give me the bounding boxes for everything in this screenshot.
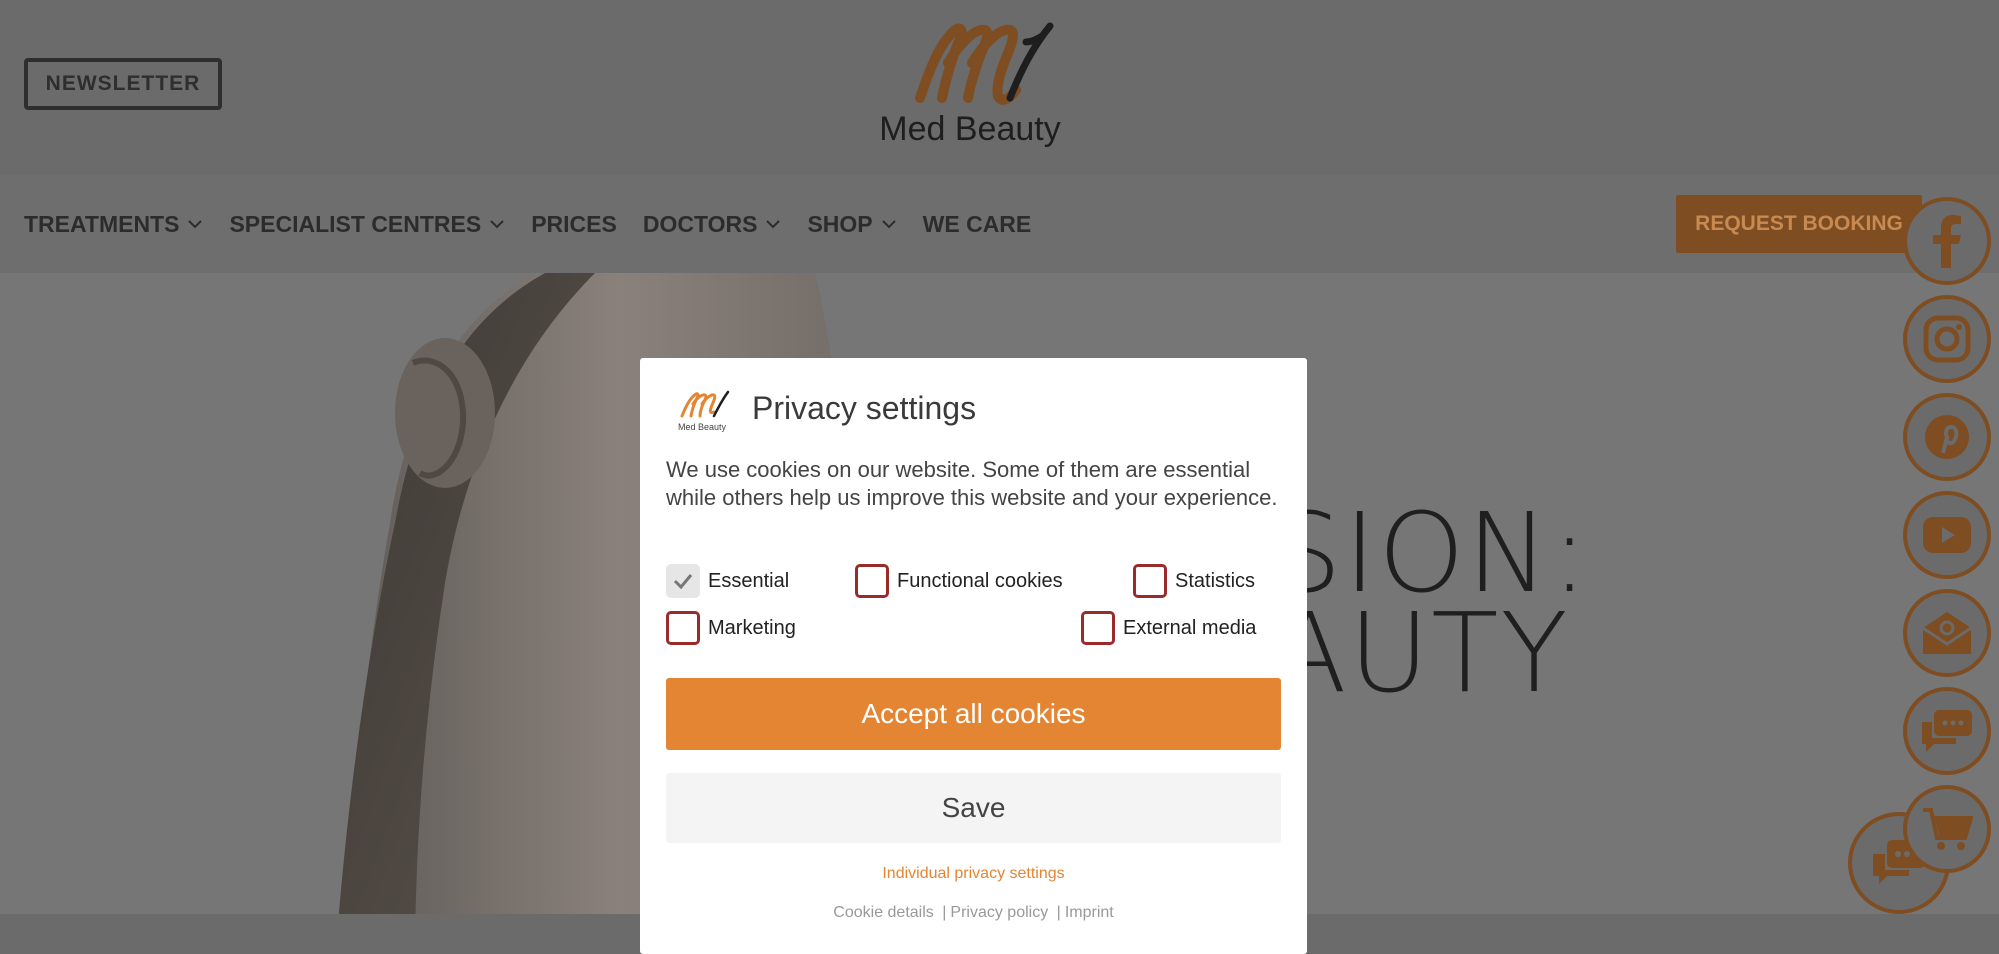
facebook-icon [1933,215,1961,268]
email-link[interactable] [1903,589,1991,677]
nav-item-label: DOCTORS [642,210,758,237]
site-logo[interactable]: Med Beauty [860,18,1080,158]
privacy-settings-dialog: Med Beauty Privacy settings We use cooki… [640,358,1307,954]
separator: | [1056,904,1061,921]
nav-item-label: PRICES [531,210,617,237]
nav-item-treatments[interactable]: TREATMENTS [24,211,203,238]
chevron-down-icon [881,220,896,229]
request-booking-button[interactable]: REQUEST BOOKING [1676,195,1922,253]
logo-text: Med Beauty [879,110,1061,148]
checkbox-box[interactable] [666,611,700,645]
youtube-icon [1923,517,1971,553]
nav-item-label: TREATMENTS [24,210,180,237]
m1-logo-mark [915,22,1054,105]
checkbox-label: Statistics [1175,569,1256,592]
cookie-details-link[interactable]: Cookie details [833,904,934,921]
youtube-link[interactable] [1903,491,1991,579]
checkbox-box[interactable] [1133,564,1167,598]
checkbox-box[interactable] [855,564,889,598]
checkbox-marketing[interactable]: Marketing [666,611,796,645]
site-header: NEWSLETTER Med Beauty [0,0,1999,175]
nav-item-label: SPECIALIST CENTRES [229,210,482,237]
pinterest-icon [1925,415,1969,459]
instagram-link[interactable] [1903,295,1991,383]
nav-item-specialist-centres[interactable]: SPECIALIST CENTRES [229,211,505,238]
modal-logo: Med Beauty [678,390,730,432]
chat-link[interactable] [1903,687,1991,775]
checkbox-box[interactable] [666,564,700,598]
chevron-down-icon [766,220,781,229]
pinterest-link[interactable] [1903,393,1991,481]
chevron-down-icon [188,220,203,229]
newsletter-button[interactable]: NEWSLETTER [24,58,222,110]
checkbox-external-media[interactable]: External media [1081,611,1256,645]
checkbox-functional-cookies[interactable]: Functional cookies [855,564,1063,598]
facebook-link[interactable] [1903,197,1991,285]
cart-icon [1923,808,1973,850]
save-button[interactable]: Save [666,773,1281,843]
dialog-title: Privacy settings [752,390,977,426]
nav-item-prices[interactable]: PRICES [531,211,617,238]
svg-text:Med Beauty: Med Beauty [678,422,727,432]
checkbox-box[interactable] [1081,611,1115,645]
chat-icon [1922,710,1972,752]
nav-item-label: WE CARE [922,210,1032,237]
email-icon [1922,612,1972,654]
nav-item-shop[interactable]: SHOP [807,211,896,238]
checkbox-label: External media [1123,616,1257,639]
accept-all-cookies-button[interactable]: Accept all cookies [666,678,1281,750]
checkbox-essential[interactable]: Essential [666,564,789,598]
checkbox-label: Marketing [708,616,796,639]
chevron-down-icon [490,220,504,229]
instagram-icon [1923,315,1971,363]
checkbox-label: Functional cookies [897,569,1063,592]
nav-item-doctors[interactable]: DOCTORS [643,211,782,238]
nav-item-we-care[interactable]: WE CARE [923,211,1032,238]
separator: | [942,904,947,921]
nav-item-label: SHOP [807,210,873,237]
dialog-footer-links: Cookie details | Privacy policy | Imprint [640,904,1307,922]
privacy-policy-link[interactable]: Privacy policy [950,904,1048,921]
checkmark-icon [673,574,693,589]
cart-link[interactable] [1903,785,1991,873]
checkbox-label: Essential [708,569,790,592]
dialog-description: We use cookies on our website. Some of t… [666,457,1278,510]
individual-privacy-settings-link[interactable]: Individual privacy settings [640,865,1307,883]
checkbox-statistics[interactable]: Statistics [1133,564,1255,598]
imprint-link[interactable]: Imprint [1065,904,1114,921]
